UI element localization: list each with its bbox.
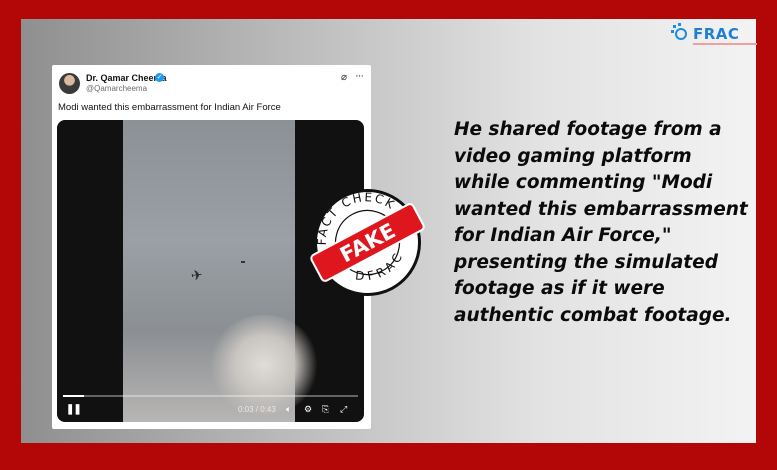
dfrac-logo-mark-icon (671, 23, 691, 43)
verified-badge-icon: ✓ (155, 73, 164, 82)
fake-stamp: FACT CHECK DFRAC FAKE (304, 179, 425, 296)
fact-check-caption: He shared footage from a video gaming pl… (454, 119, 748, 326)
settings-icon[interactable]: ⚙ (304, 404, 312, 415)
grok-icon[interactable]: ⌀ (341, 72, 347, 83)
picture-in-picture-icon[interactable]: ⎘ (322, 404, 329, 415)
video-frame (123, 120, 319, 422)
jet-icon: ✈ (189, 266, 204, 284)
logo-text: FRAC (693, 25, 740, 43)
tweet-text: Modi wanted this embarrassment for India… (58, 102, 281, 113)
dfrac-logo: FRAC (671, 23, 757, 45)
avatar[interactable] (59, 73, 80, 94)
jet-small-icon (241, 261, 245, 263)
video-progress-fill (63, 395, 84, 397)
fullscreen-icon[interactable]: ⤢ (340, 404, 347, 415)
pause-icon[interactable]: ❚❚ (66, 404, 82, 415)
author-handle[interactable]: @Qamarcheema (86, 84, 147, 93)
video-time: 0:03 / 0:43 (238, 405, 276, 414)
volume-icon[interactable]: 🔈︎ (286, 404, 291, 415)
video-progress-track[interactable] (63, 395, 358, 397)
more-options-icon[interactable]: ··· (355, 70, 364, 82)
